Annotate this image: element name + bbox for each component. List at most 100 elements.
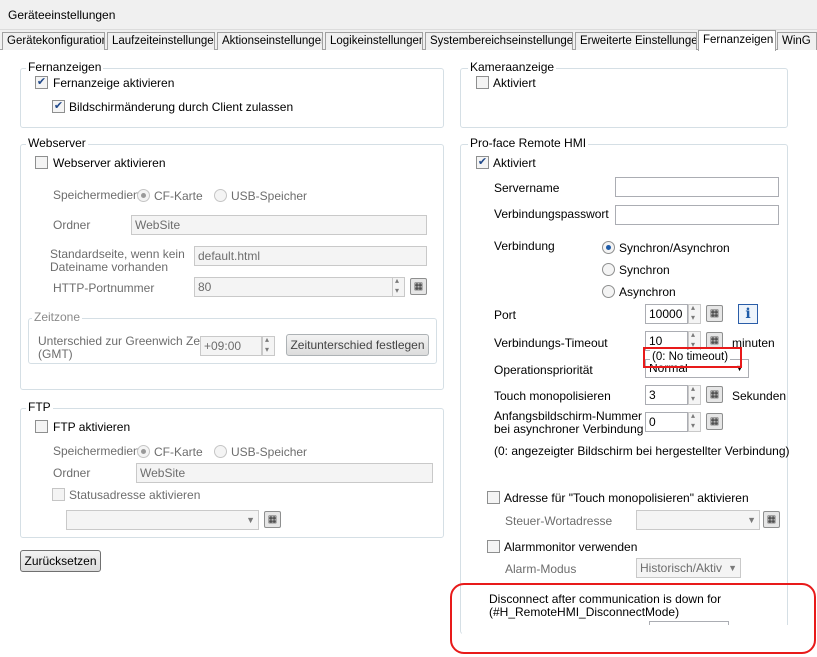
start-screen-hint: (0: angezeigter Bildschirm bei hergestel… bbox=[494, 444, 790, 458]
status-address-label: Statusadresse aktivieren bbox=[69, 488, 201, 502]
tab-logikeinstellungen[interactable]: Logikeinstellungen bbox=[325, 32, 423, 50]
reset-button[interactable]: Zurücksetzen bbox=[20, 550, 101, 572]
gmt-offset-input[interactable]: +09:00 bbox=[200, 336, 262, 356]
priority-label: Operationspriorität bbox=[494, 363, 593, 377]
touch-label: Touch monopolisieren bbox=[494, 389, 611, 403]
ftp-cf-radio[interactable] bbox=[137, 445, 150, 458]
http-port-spinner[interactable] bbox=[392, 276, 405, 297]
tab-bar: Gerätekonfiguration Laufzeiteinstellunge… bbox=[0, 30, 817, 51]
keypad-icon[interactable]: ▦ bbox=[763, 511, 780, 528]
highlight-box-disconnect bbox=[450, 583, 816, 654]
webserver-group-title: Webserver bbox=[26, 136, 88, 150]
http-port-input[interactable]: 80 bbox=[194, 277, 393, 297]
conn-sync-async-radio[interactable] bbox=[602, 241, 615, 254]
touch-input[interactable]: 3 bbox=[645, 385, 688, 405]
gmt-offset-spinner[interactable] bbox=[262, 335, 275, 356]
client-change-label: Bildschirmänderung durch Client zulassen bbox=[69, 100, 294, 114]
info-icon[interactable]: i bbox=[738, 304, 758, 324]
conn-sync-radio[interactable] bbox=[602, 263, 615, 276]
client-change-checkbox[interactable]: ✔ bbox=[52, 100, 65, 113]
chevron-down-icon: ▼ bbox=[728, 563, 737, 573]
tab-wing[interactable]: WinG bbox=[777, 32, 817, 50]
conn-async-radio[interactable] bbox=[602, 285, 615, 298]
conn-sync-label: Synchron bbox=[619, 263, 670, 277]
webserver-usb-radio[interactable] bbox=[214, 189, 227, 202]
ftp-aktivieren-checkbox[interactable] bbox=[35, 420, 48, 433]
ftp-aktivieren-label: FTP aktivieren bbox=[53, 420, 131, 434]
password-input[interactable] bbox=[615, 205, 779, 225]
start-screen-spinner[interactable] bbox=[688, 411, 701, 432]
ftp-storage-label: Speichermedien bbox=[53, 444, 140, 458]
port-input[interactable]: 10000 bbox=[645, 304, 688, 324]
tab-geraetekonfiguration[interactable]: Gerätekonfiguration bbox=[2, 32, 105, 50]
timeout-label: Verbindungs-Timeout bbox=[494, 336, 608, 350]
zeitzone-group-title: Zeitzone bbox=[32, 310, 83, 324]
webserver-aktivieren-checkbox[interactable] bbox=[35, 156, 48, 169]
set-time-offset-button[interactable]: Zeitunterschied festlegen bbox=[286, 334, 429, 356]
servername-input[interactable] bbox=[615, 177, 779, 197]
keypad-icon[interactable]: ▦ bbox=[706, 413, 723, 430]
start-screen-label-line1: Anfangsbildschirm-Nummer bbox=[494, 409, 643, 423]
webserver-cf-label: CF-Karte bbox=[154, 189, 203, 203]
default-page-label-line2: Dateiname vorhanden bbox=[50, 260, 169, 274]
ftp-usb-radio[interactable] bbox=[214, 445, 227, 458]
highlight-box-timeout bbox=[643, 347, 742, 368]
webserver-cf-radio[interactable] bbox=[137, 189, 150, 202]
ftp-group-title: FTP bbox=[26, 400, 53, 414]
start-screen-input[interactable]: 0 bbox=[645, 412, 688, 432]
conn-async-label: Asynchron bbox=[619, 285, 676, 299]
touch-address-label: Adresse für "Touch monopolisieren" aktiv… bbox=[504, 491, 749, 505]
alarm-monitor-label: Alarmmonitor verwenden bbox=[504, 540, 638, 554]
fernanzeigen-group-title: Fernanzeigen bbox=[26, 60, 104, 74]
webserver-usb-label: USB-Speicher bbox=[231, 189, 308, 203]
remote-hmi-aktiviert-checkbox[interactable]: ✔ bbox=[476, 156, 489, 169]
window-title: Geräteeinstellungen bbox=[8, 8, 116, 22]
tab-aktionseinstellungen[interactable]: Aktionseinstellungen bbox=[217, 32, 323, 50]
password-label: Verbindungspasswort bbox=[494, 207, 609, 221]
kameraanzeige-group-title: Kameraanzeige bbox=[468, 60, 557, 74]
keypad-icon[interactable]: ▦ bbox=[706, 386, 723, 403]
status-address-checkbox[interactable] bbox=[52, 488, 65, 501]
alarm-mode-combo[interactable]: Historisch/Aktiv ▼ bbox=[636, 558, 741, 578]
webserver-folder-label: Ordner bbox=[53, 218, 91, 232]
kamera-aktiviert-label: Aktiviert bbox=[493, 76, 536, 90]
alarm-mode-value: Historisch/Aktiv bbox=[640, 561, 723, 575]
alarm-monitor-checkbox[interactable] bbox=[487, 540, 500, 553]
remote-hmi-group-title: Pro-face Remote HMI bbox=[468, 136, 589, 150]
default-page-input[interactable]: default.html bbox=[194, 246, 427, 266]
control-word-combo[interactable]: ▼ bbox=[636, 510, 760, 530]
keypad-icon[interactable]: ▦ bbox=[706, 305, 723, 322]
touch-spinner[interactable] bbox=[688, 384, 701, 405]
fernanzeige-aktivieren-checkbox[interactable]: ✔ bbox=[35, 76, 48, 89]
http-port-label: HTTP-Portnummer bbox=[53, 281, 155, 295]
gmt-label-line2: (GMT) bbox=[38, 347, 73, 361]
start-screen-label-line2: bei asynchroner Verbindung bbox=[494, 422, 644, 436]
webserver-folder-input[interactable]: WebSite bbox=[131, 215, 427, 235]
ftp-folder-input[interactable]: WebSite bbox=[136, 463, 433, 483]
webserver-aktivieren-label: Webserver aktivieren bbox=[53, 156, 166, 170]
keypad-icon[interactable]: ▦ bbox=[264, 511, 281, 528]
gmt-label-line1: Unterschied zur Greenwich Zeit bbox=[38, 334, 207, 348]
control-word-label: Steuer-Wortadresse bbox=[505, 514, 613, 528]
touch-address-checkbox[interactable] bbox=[487, 491, 500, 504]
kamera-aktiviert-checkbox[interactable] bbox=[476, 76, 489, 89]
tab-systembereichseinstellungen[interactable]: Systembereichseinstellungen bbox=[425, 32, 573, 50]
webserver-storage-label: Speichermedien bbox=[53, 188, 140, 202]
status-address-combo[interactable]: ▼ bbox=[66, 510, 259, 530]
tab-fernanzeigen[interactable]: Fernanzeigen bbox=[698, 30, 776, 51]
ftp-usb-label: USB-Speicher bbox=[231, 445, 308, 459]
alarm-mode-label: Alarm-Modus bbox=[505, 562, 577, 576]
ftp-folder-label: Ordner bbox=[53, 466, 91, 480]
ftp-cf-label: CF-Karte bbox=[154, 445, 203, 459]
window-titlebar: Geräteeinstellungen bbox=[0, 0, 817, 30]
chevron-down-icon: ▼ bbox=[747, 515, 756, 525]
conn-sync-async-label: Synchron/Asynchron bbox=[619, 241, 730, 255]
port-spinner[interactable] bbox=[688, 303, 701, 324]
touch-unit-label: Sekunden bbox=[732, 389, 787, 403]
keypad-icon[interactable]: ▦ bbox=[410, 278, 427, 295]
tab-erweiterte-einstellungen[interactable]: Erweiterte Einstellungen bbox=[575, 32, 697, 50]
remote-hmi-aktiviert-label: Aktiviert bbox=[493, 156, 536, 170]
tab-laufzeiteinstellungen[interactable]: Laufzeiteinstellungen bbox=[107, 32, 215, 50]
fernanzeige-aktivieren-label: Fernanzeige aktivieren bbox=[53, 76, 175, 90]
chevron-down-icon: ▼ bbox=[246, 515, 255, 525]
